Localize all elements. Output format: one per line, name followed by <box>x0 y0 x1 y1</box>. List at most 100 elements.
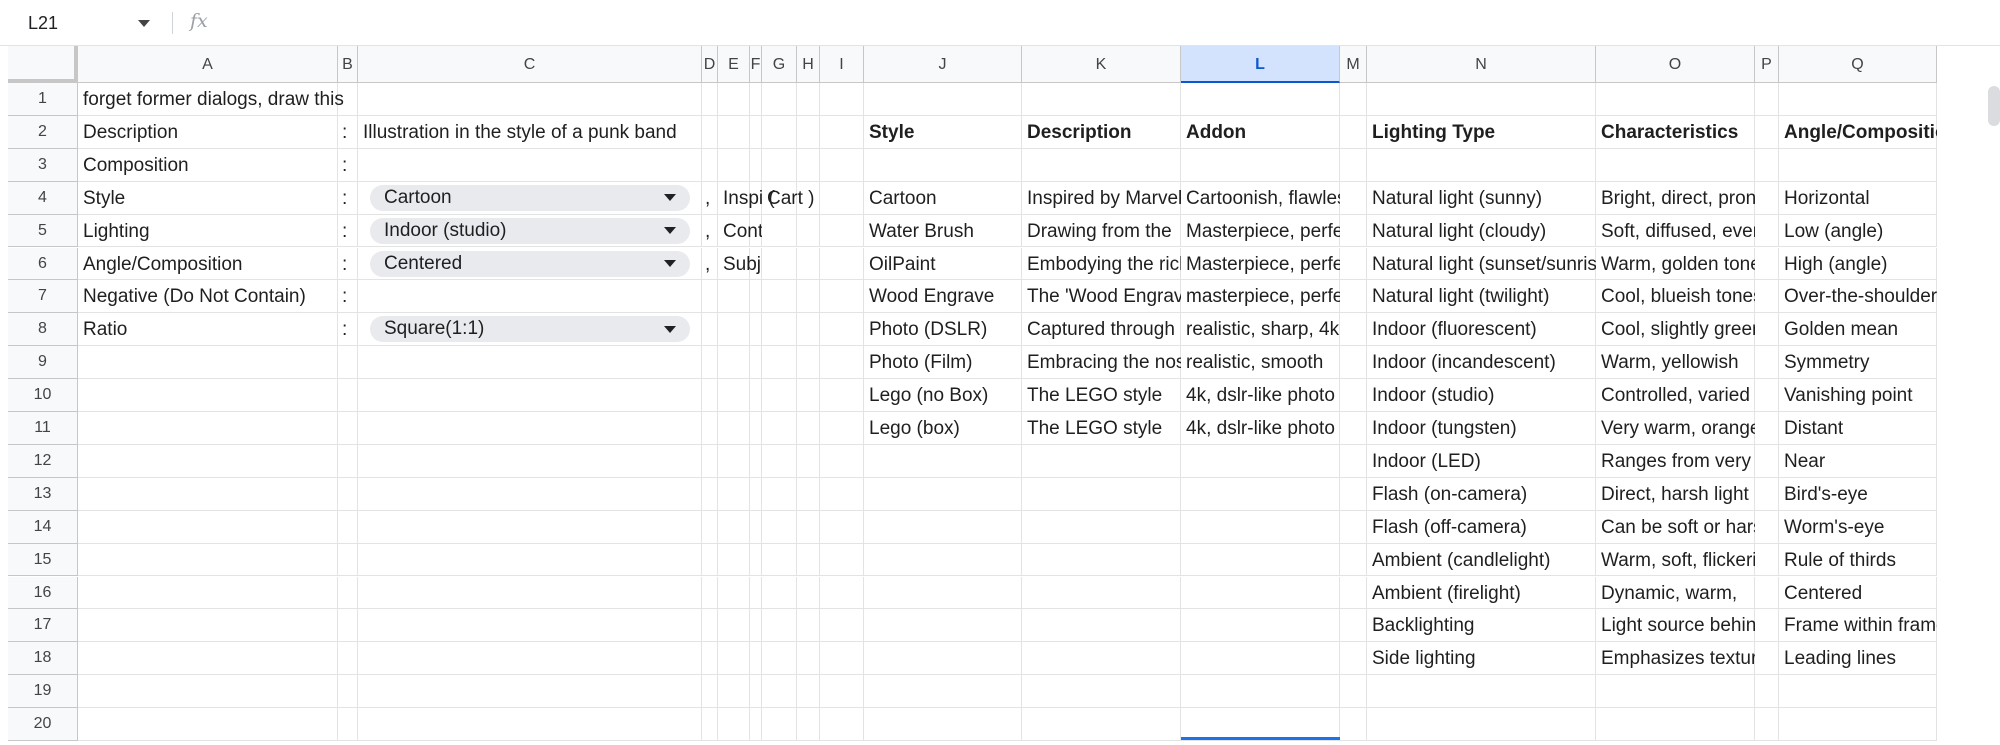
cell[interactable] <box>820 642 864 676</box>
cell[interactable] <box>797 280 820 314</box>
row-header-20[interactable]: 20 <box>8 708 78 741</box>
cell[interactable] <box>820 510 864 544</box>
cell[interactable] <box>1181 148 1340 182</box>
cell[interactable] <box>78 412 338 445</box>
column-header-m[interactable]: M <box>1340 46 1367 83</box>
cell[interactable] <box>864 477 1022 511</box>
cell[interactable] <box>1596 83 1755 116</box>
column-header-g[interactable]: G <box>762 46 797 83</box>
cell[interactable] <box>338 346 358 380</box>
cell[interactable] <box>750 708 762 741</box>
cell[interactable] <box>358 280 702 314</box>
cell[interactable] <box>358 477 702 511</box>
cell[interactable] <box>1181 477 1340 511</box>
cell[interactable] <box>1779 83 1937 116</box>
row-header-19[interactable]: 19 <box>8 675 78 709</box>
cell[interactable] <box>78 510 338 544</box>
cell[interactable] <box>1181 675 1340 709</box>
cell[interactable] <box>750 83 762 116</box>
cell[interactable] <box>797 247 820 281</box>
cell[interactable] <box>1022 708 1181 741</box>
cell[interactable] <box>820 214 864 248</box>
cell[interactable] <box>1340 148 1367 182</box>
cell[interactable] <box>1340 379 1367 412</box>
dropdown-value[interactable]: Square(1:1) <box>384 318 664 340</box>
cell[interactable] <box>1755 477 1779 511</box>
cell[interactable] <box>702 412 718 445</box>
row-header-10[interactable]: 10 <box>8 379 78 412</box>
cell[interactable] <box>702 379 718 412</box>
cell[interactable] <box>1755 675 1779 709</box>
cell[interactable] <box>864 148 1022 182</box>
cell[interactable] <box>1340 576 1367 610</box>
cell[interactable] <box>78 675 338 709</box>
cell[interactable] <box>1755 642 1779 676</box>
cell[interactable] <box>1181 510 1340 544</box>
cell[interactable] <box>820 412 864 445</box>
cell[interactable] <box>702 510 718 544</box>
cell[interactable] <box>797 708 820 741</box>
cell[interactable] <box>1340 444 1367 478</box>
column-header-i[interactable]: I <box>820 46 864 83</box>
cell[interactable] <box>762 346 797 380</box>
cell[interactable] <box>762 675 797 709</box>
style-dropdown[interactable]: Cartoon <box>370 184 690 211</box>
cell[interactable] <box>718 148 750 182</box>
cell[interactable] <box>1022 609 1181 643</box>
row-header-17[interactable]: 17 <box>8 609 78 643</box>
cell[interactable] <box>358 543 702 577</box>
cell[interactable] <box>78 379 338 412</box>
cell[interactable] <box>1755 313 1779 347</box>
cell[interactable] <box>820 247 864 281</box>
cell[interactable] <box>1340 214 1367 248</box>
column-header-h[interactable]: H <box>797 46 820 83</box>
cell[interactable] <box>864 510 1022 544</box>
cell[interactable] <box>1340 510 1367 544</box>
cell[interactable] <box>1340 280 1367 314</box>
cell[interactable] <box>864 444 1022 478</box>
cell[interactable] <box>1181 83 1340 116</box>
cell[interactable] <box>820 280 864 314</box>
cell[interactable] <box>338 675 358 709</box>
cell[interactable] <box>718 510 750 544</box>
cell[interactable] <box>338 708 358 741</box>
cell[interactable] <box>1340 642 1367 676</box>
row-header-9[interactable]: 9 <box>8 346 78 380</box>
cell[interactable] <box>358 576 702 610</box>
cell[interactable] <box>718 313 750 347</box>
cell[interactable] <box>820 708 864 741</box>
cell[interactable] <box>338 510 358 544</box>
cell[interactable] <box>797 214 820 248</box>
cell[interactable] <box>762 477 797 511</box>
cell[interactable] <box>1022 675 1181 709</box>
cell[interactable] <box>718 642 750 676</box>
cell[interactable] <box>820 379 864 412</box>
cell[interactable] <box>718 115 750 149</box>
cell[interactable] <box>1755 280 1779 314</box>
cell[interactable] <box>78 609 338 643</box>
cell[interactable] <box>1022 148 1181 182</box>
row-header-13[interactable]: 13 <box>8 477 78 511</box>
cell[interactable] <box>718 708 750 741</box>
cell[interactable] <box>1367 148 1596 182</box>
cell[interactable] <box>1340 477 1367 511</box>
chevron-down-icon[interactable] <box>664 325 676 333</box>
cell[interactable] <box>702 148 718 182</box>
cell[interactable] <box>797 609 820 643</box>
dropdown-value[interactable]: Centered <box>384 253 664 275</box>
cell[interactable] <box>820 148 864 182</box>
cell[interactable] <box>702 115 718 149</box>
cell[interactable] <box>750 510 762 544</box>
cell[interactable] <box>1367 83 1596 116</box>
vertical-scrollbar[interactable] <box>1988 86 2000 126</box>
cell[interactable] <box>1755 510 1779 544</box>
name-box-value[interactable]: L21 <box>8 13 138 34</box>
cell[interactable] <box>1755 247 1779 281</box>
cell[interactable] <box>797 379 820 412</box>
cell[interactable] <box>750 609 762 643</box>
row-header-2[interactable]: 2 <box>8 115 78 149</box>
cell[interactable] <box>820 313 864 347</box>
cell[interactable] <box>797 313 820 347</box>
cell[interactable] <box>864 708 1022 741</box>
row-header-16[interactable]: 16 <box>8 576 78 610</box>
